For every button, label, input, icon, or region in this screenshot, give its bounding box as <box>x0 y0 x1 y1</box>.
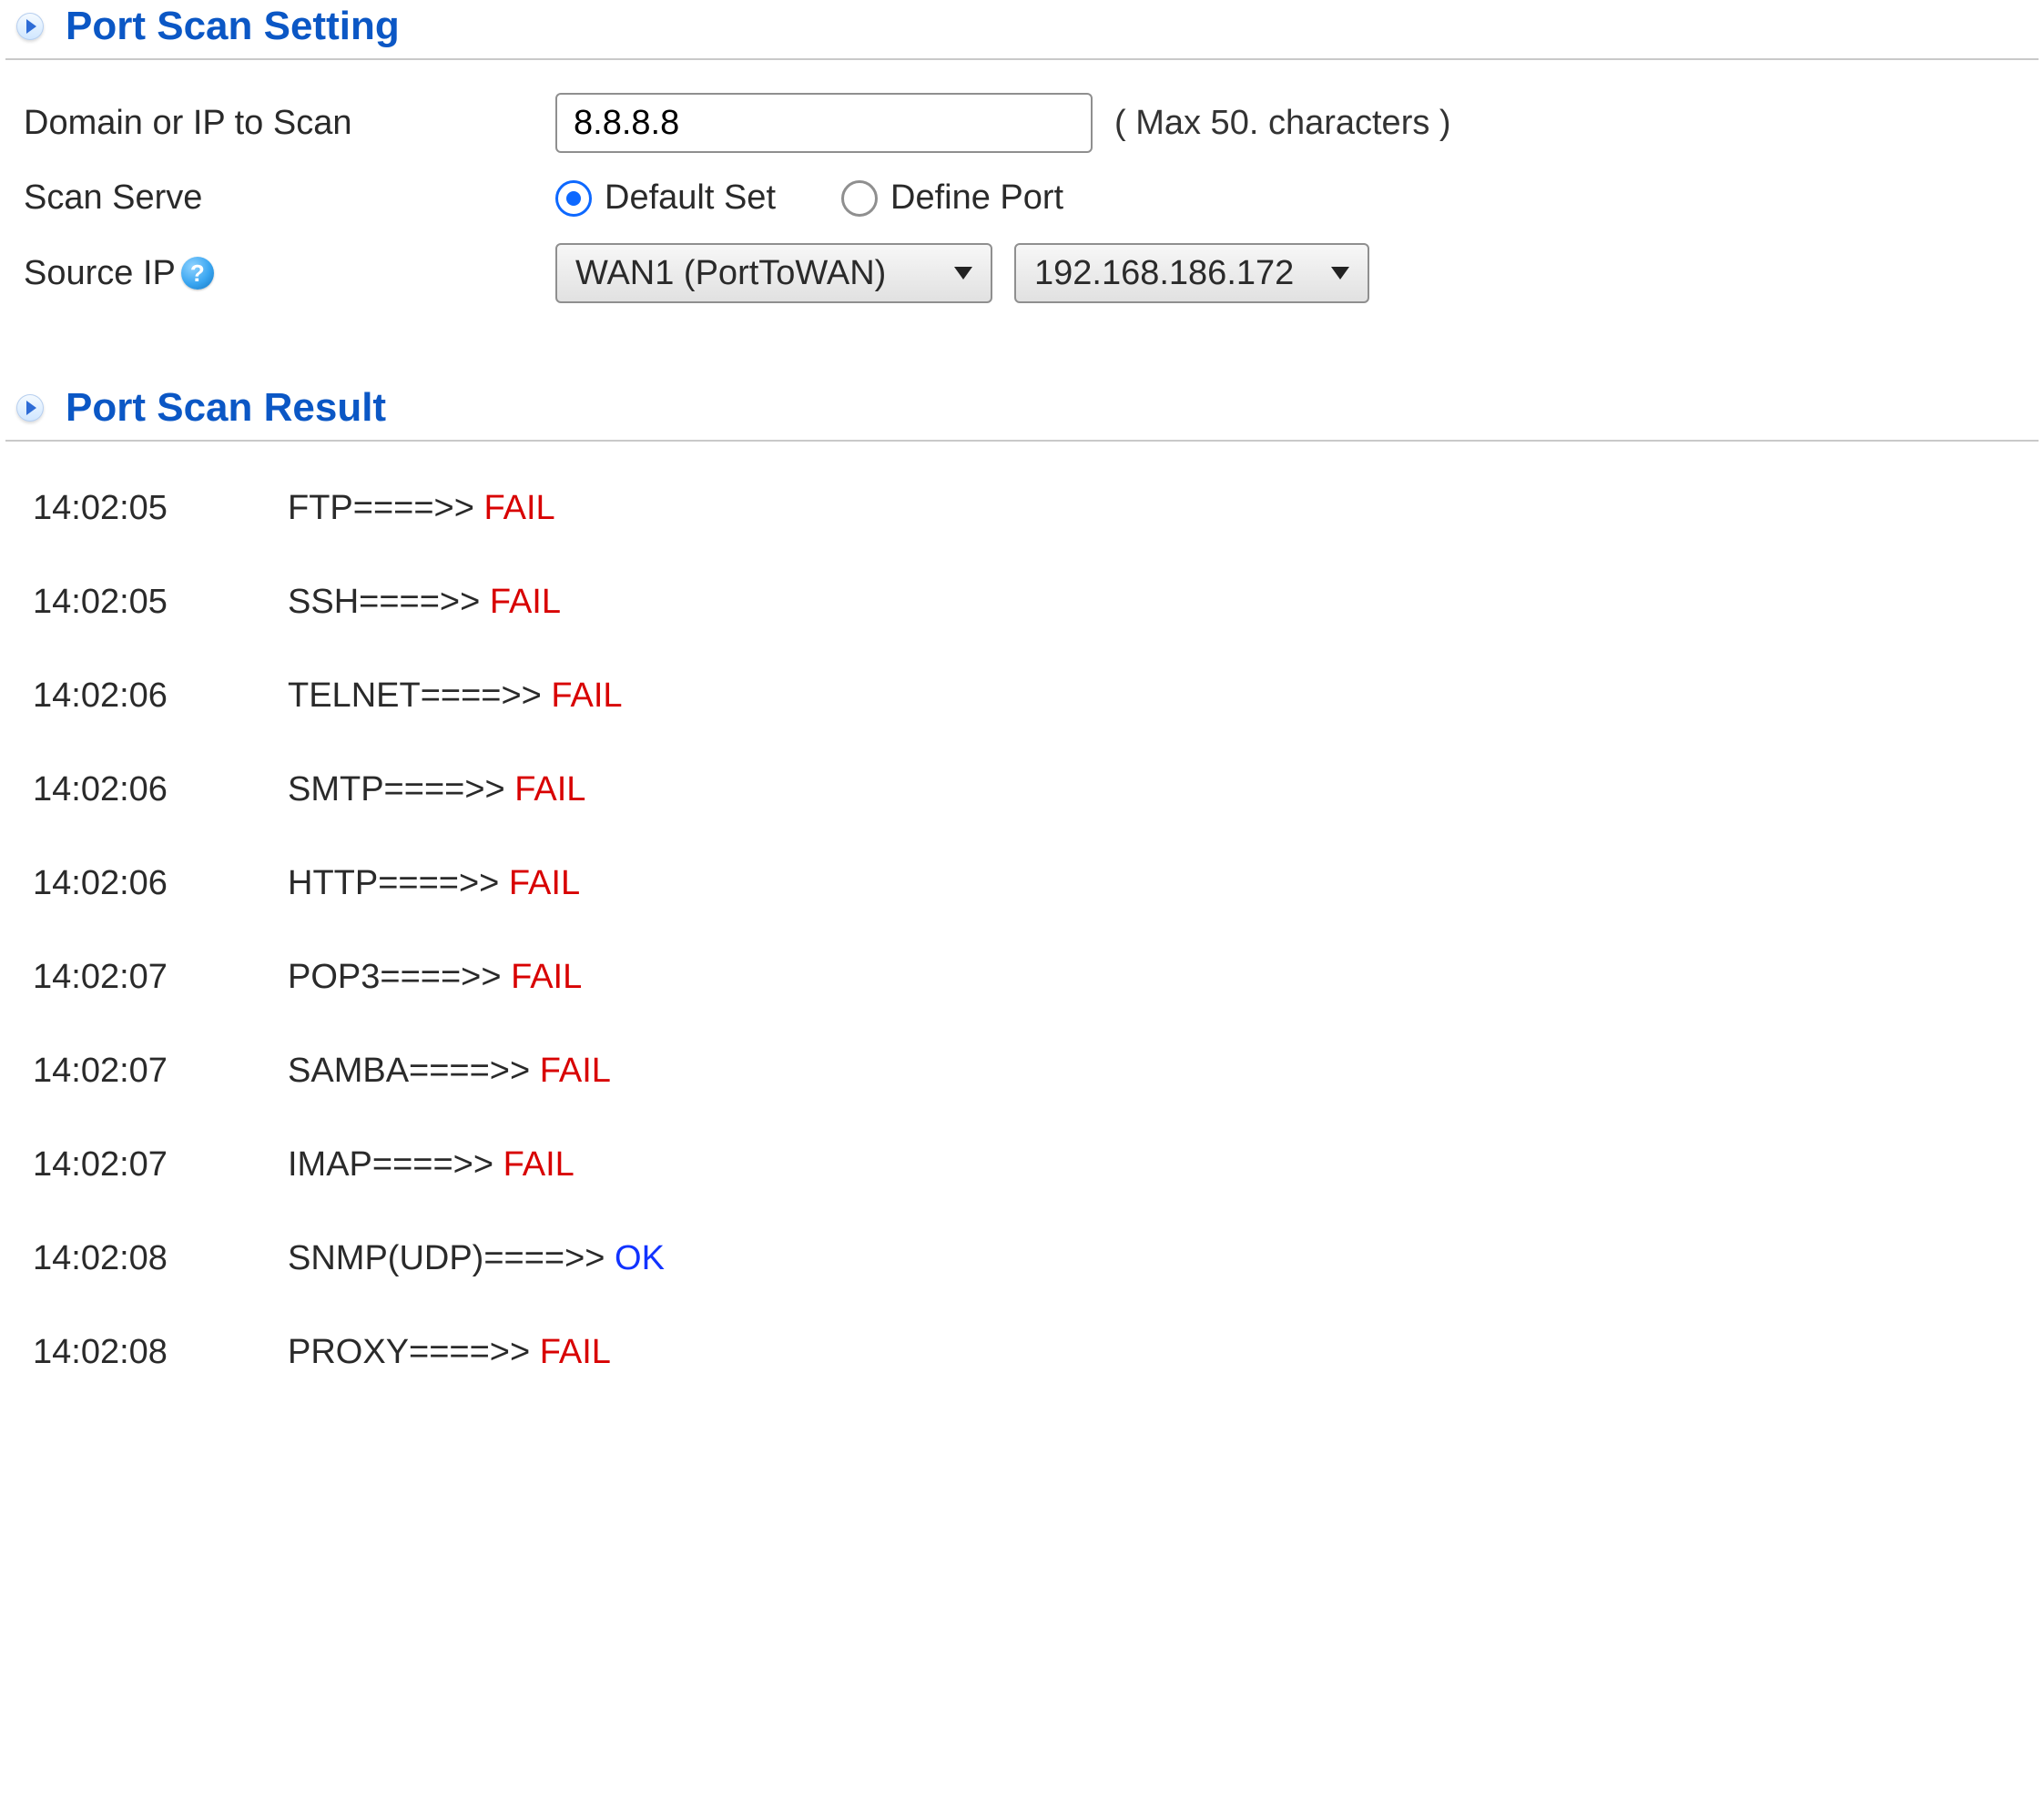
result-timestamp: 14:02:07 <box>33 958 288 997</box>
result-service: PROXY====>> <box>288 1333 540 1372</box>
result-status: FAIL <box>490 583 561 622</box>
result-service: SMTP====>> <box>288 770 514 809</box>
settings-title: Port Scan Setting <box>66 4 400 49</box>
chevron-down-icon <box>1331 267 1349 280</box>
row-source-ip: Source IP ? WAN1 (PortToWAN) 192.168.186… <box>5 230 2039 316</box>
result-status: FAIL <box>511 958 582 997</box>
results-panel: 14:02:05FTP====>> FAIL14:02:05SSH====>> … <box>5 440 2039 1399</box>
result-service: SNMP(UDP)====>> <box>288 1239 615 1278</box>
result-line: 14:02:06HTTP====>> FAIL <box>5 837 2039 930</box>
radio-default-set-icon <box>555 180 592 217</box>
result-status: FAIL <box>540 1052 611 1091</box>
chevron-down-icon <box>954 267 972 280</box>
result-status: FAIL <box>551 676 622 716</box>
results-title: Port Scan Result <box>66 385 386 431</box>
radio-default-set-label: Default Set <box>605 178 776 218</box>
result-service: SAMBA====>> <box>288 1052 540 1091</box>
result-timestamp: 14:02:08 <box>33 1239 288 1278</box>
result-service: TELNET====>> <box>288 676 551 716</box>
result-timestamp: 14:02:05 <box>33 583 288 622</box>
result-timestamp: 14:02:06 <box>33 676 288 716</box>
row-scan-serve: Scan Serve Default Set Define Port <box>5 166 2039 230</box>
radio-define-port-label: Define Port <box>890 178 1063 218</box>
collapse-toggle-icon[interactable] <box>16 394 44 422</box>
result-line: 14:02:07POP3====>> FAIL <box>5 930 2039 1024</box>
settings-panel: Domain or IP to Scan ( Max 50. character… <box>5 58 2039 327</box>
result-line: 14:02:07SAMBA====>> FAIL <box>5 1024 2039 1118</box>
scan-serve-label: Scan Serve <box>24 178 202 218</box>
domain-input[interactable] <box>555 93 1093 153</box>
source-interface-select[interactable]: WAN1 (PortToWAN) <box>555 243 992 303</box>
row-domain: Domain or IP to Scan ( Max 50. character… <box>5 80 2039 166</box>
result-service: FTP====>> <box>288 489 483 528</box>
result-status: FAIL <box>503 1145 575 1185</box>
result-service: POP3====>> <box>288 958 511 997</box>
results-section-header: Port Scan Result <box>0 381 2044 440</box>
result-line: 14:02:07IMAP====>> FAIL <box>5 1118 2039 1212</box>
radio-define-port[interactable]: Define Port <box>841 178 1063 218</box>
source-ip-label: Source IP <box>24 254 176 293</box>
source-ip-select[interactable]: 192.168.186.172 <box>1014 243 1369 303</box>
result-service: SSH====>> <box>288 583 490 622</box>
result-line: 14:02:08PROXY====>> FAIL <box>5 1306 2039 1399</box>
help-icon[interactable]: ? <box>181 257 214 290</box>
result-status: OK <box>615 1239 665 1278</box>
radio-define-port-icon <box>841 180 878 217</box>
result-service: HTTP====>> <box>288 864 509 903</box>
source-interface-value: WAN1 (PortToWAN) <box>575 254 886 293</box>
result-timestamp: 14:02:07 <box>33 1052 288 1091</box>
result-status: FAIL <box>483 489 554 528</box>
result-line: 14:02:05SSH====>> FAIL <box>5 555 2039 649</box>
collapse-toggle-icon[interactable] <box>16 13 44 40</box>
result-line: 14:02:08SNMP(UDP)====>> OK <box>5 1212 2039 1306</box>
result-line: 14:02:05FTP====>> FAIL <box>5 462 2039 555</box>
result-timestamp: 14:02:05 <box>33 489 288 528</box>
result-timestamp: 14:02:07 <box>33 1145 288 1185</box>
settings-section-header: Port Scan Setting <box>0 0 2044 58</box>
result-timestamp: 14:02:06 <box>33 864 288 903</box>
result-line: 14:02:06TELNET====>> FAIL <box>5 649 2039 743</box>
result-status: FAIL <box>540 1333 611 1372</box>
radio-default-set[interactable]: Default Set <box>555 178 776 218</box>
domain-label: Domain or IP to Scan <box>24 104 351 143</box>
result-status: FAIL <box>509 864 580 903</box>
result-service: IMAP====>> <box>288 1145 503 1185</box>
result-timestamp: 14:02:06 <box>33 770 288 809</box>
result-timestamp: 14:02:08 <box>33 1333 288 1372</box>
result-line: 14:02:06SMTP====>> FAIL <box>5 743 2039 837</box>
result-status: FAIL <box>514 770 585 809</box>
source-ip-value: 192.168.186.172 <box>1034 254 1294 293</box>
domain-hint: ( Max 50. characters ) <box>1114 104 1451 143</box>
